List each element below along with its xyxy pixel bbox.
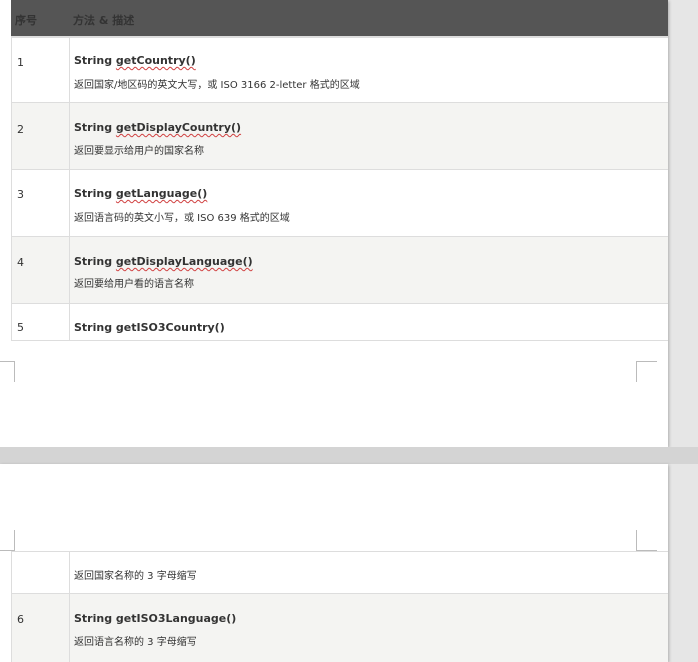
- column-divider: [69, 170, 70, 236]
- column-divider: [69, 36, 70, 102]
- table-row: 6 String getISO3Language() 返回语言名称的 3 字母缩…: [11, 594, 668, 662]
- method-description: 返回要给用户看的语言名称: [74, 279, 194, 290]
- table-row: 2 String getDisplayCountry() 返回要显示给用户的国家…: [11, 103, 668, 170]
- margin-crop-mark: [0, 361, 15, 382]
- method-description: 返回语言码的英文小写，或 ISO 639 格式的区域: [74, 213, 290, 224]
- table-row-continued: 返回国家名称的 3 字母缩写: [11, 551, 668, 594]
- method-signature: String getISO3Language(): [74, 612, 237, 625]
- method-description: 返回国家名称的 3 字母缩写: [74, 571, 197, 582]
- method-signature: String getDisplayLanguage(): [74, 255, 253, 268]
- row-index: 2: [17, 123, 24, 136]
- margin-crop-mark: [636, 361, 657, 382]
- column-divider: [69, 304, 70, 340]
- method-description: 返回语言名称的 3 字母缩写: [74, 637, 197, 648]
- method-signature: String getDisplayCountry(): [74, 121, 242, 134]
- row-index: 6: [17, 613, 24, 626]
- row-index: 1: [17, 56, 24, 69]
- table-header: 序号 方法 & 描述: [11, 0, 668, 38]
- method-description: 返回国家/地区码的英文大写，或 ISO 3166 2-letter 格式的区域: [74, 80, 360, 91]
- document-page-2: 返回国家名称的 3 字母缩写 6 String getISO3Language(…: [0, 464, 668, 662]
- row-index: 5: [17, 321, 24, 334]
- method-description: 返回要显示给用户的国家名称: [74, 146, 204, 157]
- table-row: 1 String getCountry() 返回国家/地区码的英文大写，或 IS…: [11, 36, 668, 103]
- header-index: 序号: [15, 14, 37, 27]
- method-signature: String getISO3Country(): [74, 321, 225, 334]
- margin-crop-mark: [636, 530, 657, 551]
- table-row: 4 String getDisplayLanguage() 返回要给用户看的语言…: [11, 237, 668, 304]
- method-signature: String getCountry(): [74, 54, 196, 67]
- page-break: [0, 447, 698, 464]
- row-index: 3: [17, 188, 24, 201]
- column-divider: [69, 237, 70, 303]
- column-divider: [69, 552, 70, 593]
- header-method: 方法 & 描述: [73, 14, 135, 27]
- row-index: 4: [17, 256, 24, 269]
- table-row: 5 String getISO3Country(): [11, 304, 668, 341]
- column-divider: [69, 594, 70, 662]
- method-signature: String getLanguage(): [74, 187, 208, 200]
- table-row: 3 String getLanguage() 返回语言码的英文小写，或 ISO …: [11, 170, 668, 237]
- document-page-1: 序号 方法 & 描述 1 String getCountry() 返回国家/地区…: [0, 0, 668, 447]
- column-divider: [69, 103, 70, 169]
- margin-crop-mark: [0, 530, 15, 551]
